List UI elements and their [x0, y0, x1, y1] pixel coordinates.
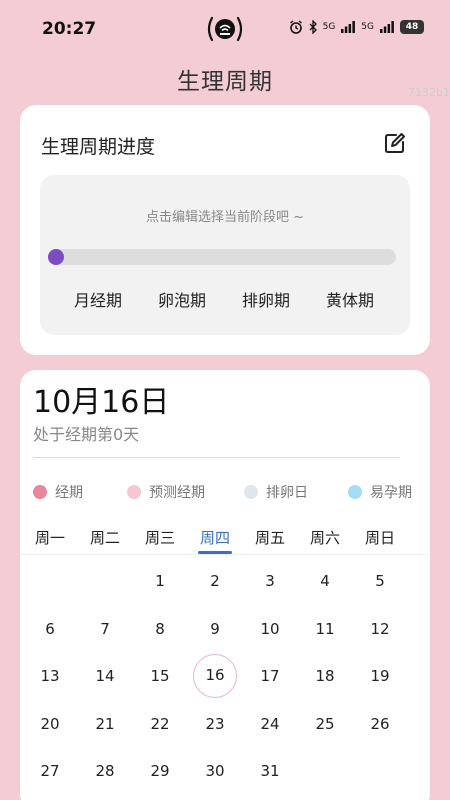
legend-item-predicted-period: 预测经期: [127, 482, 244, 502]
battery-icon: 48: [400, 20, 424, 34]
alarm-icon: [289, 20, 302, 34]
period-status: 处于经期第0天: [33, 425, 140, 444]
legend-label: 经期: [55, 485, 83, 501]
calendar-day[interactable]: 11: [303, 607, 347, 651]
calendar-day[interactable]: 1: [138, 559, 182, 603]
calendar-day[interactable]: 9: [193, 607, 237, 651]
cycle-progress-card: 生理周期进度 点击编辑选择当前阶段吧 ~ 月经期 卵泡期 排卵期 黄体期: [20, 105, 430, 355]
legend: 经期 预测经期 排卵日 易孕期: [33, 482, 430, 502]
progress-track[interactable]: [48, 249, 396, 265]
legend-item-ovulation-day: 排卵日: [244, 482, 348, 502]
divider: [33, 457, 400, 458]
weekday-label: 周日: [364, 529, 395, 547]
calendar-day[interactable]: 29: [138, 749, 182, 793]
calendar-day[interactable]: 18: [303, 654, 347, 698]
calendar-day[interactable]: 6: [28, 607, 72, 651]
legend-label: 预测经期: [149, 485, 205, 501]
legend-label: 易孕期: [370, 485, 412, 501]
legend-dot: [33, 485, 47, 499]
legend-dot: [127, 485, 141, 499]
legend-item-period: 经期: [33, 482, 127, 502]
calendar-day[interactable]: 14: [83, 654, 127, 698]
status-time: 20:27: [42, 19, 97, 39]
phase-label-luteal: 黄体期: [325, 291, 374, 310]
calendar-day[interactable]: 3: [248, 559, 292, 603]
phase-label-ovulation: 排卵期: [241, 291, 290, 310]
calendar-day[interactable]: 19: [358, 654, 402, 698]
bluetooth-icon: [309, 20, 317, 34]
status-bar: 20:27 5G 5G 48: [0, 0, 450, 58]
calendar-day[interactable]: 27: [28, 749, 72, 793]
calendar-day[interactable]: 2: [193, 559, 237, 603]
calendar-card: 10月16日 处于经期第0天 经期 预测经期 排卵日 易孕期 周一 周二 周三 周四周…: [20, 370, 430, 800]
calendar-day[interactable]: 5: [358, 559, 402, 603]
signal-5g-label-1: 5G: [322, 22, 336, 32]
watermark: 7132b1: [408, 86, 450, 99]
calendar-day[interactable]: 7: [83, 607, 127, 651]
legend-dot: [348, 485, 362, 499]
calendar-day-today[interactable]: 16: [193, 654, 237, 698]
weekday-header: 周一 周二 周三 周四 周五 周六 周日: [20, 527, 430, 555]
calendar-day[interactable]: 25: [303, 702, 347, 746]
phase-labels: 月经期 卵泡期 排卵期 黄体期: [40, 287, 410, 311]
edit-icon[interactable]: [384, 132, 406, 154]
weekday-label: 周四: [199, 529, 230, 547]
calendar-day[interactable]: 30: [193, 749, 237, 793]
calendar-day[interactable]: 21: [83, 702, 127, 746]
cast-icon: [204, 14, 246, 44]
calendar-day[interactable]: 4: [303, 559, 347, 603]
calendar-day[interactable]: 17: [248, 654, 292, 698]
calendar-day[interactable]: 23: [193, 702, 237, 746]
calendar-day[interactable]: 28: [83, 749, 127, 793]
legend-item-fertile-window: 易孕期: [348, 482, 412, 502]
weekday-label: 周六: [309, 529, 340, 547]
progress-handle[interactable]: [48, 249, 64, 265]
weekday-label: 周二: [89, 529, 120, 547]
selected-date: 10月16日: [33, 385, 170, 420]
calendar-day[interactable]: 26: [358, 702, 402, 746]
active-weekday-indicator: [198, 551, 232, 554]
legend-label: 排卵日: [266, 485, 308, 501]
legend-dot: [244, 485, 258, 499]
calendar-day[interactable]: 15: [138, 654, 182, 698]
calendar-day[interactable]: 12: [358, 607, 402, 651]
calendar-day[interactable]: 13: [28, 654, 72, 698]
calendar-day[interactable]: 24: [248, 702, 292, 746]
signal-icon: [380, 21, 394, 33]
progress-panel[interactable]: 点击编辑选择当前阶段吧 ~ 月经期 卵泡期 排卵期 黄体期: [40, 175, 410, 335]
signal-icon: [341, 21, 356, 33]
phase-label-menstrual: 月经期: [73, 291, 122, 310]
progress-card-title: 生理周期进度: [41, 136, 156, 158]
weekday-label: 周三: [144, 529, 175, 547]
progress-hint: 点击编辑选择当前阶段吧 ~: [145, 210, 305, 225]
weekday-label: 周五: [254, 529, 285, 547]
status-icons: 5G 5G 48: [289, 20, 424, 34]
page-title: 生理周期: [177, 69, 273, 95]
phase-label-follicular: 卵泡期: [157, 291, 206, 310]
signal-5g-label-2: 5G: [361, 22, 374, 32]
calendar-day[interactable]: 22: [138, 702, 182, 746]
calendar-day[interactable]: 31: [248, 749, 292, 793]
weekday-label: 周一: [34, 529, 65, 547]
calendar-day[interactable]: 20: [28, 702, 72, 746]
calendar-day[interactable]: 8: [138, 607, 182, 651]
calendar-day[interactable]: 10: [248, 607, 292, 651]
